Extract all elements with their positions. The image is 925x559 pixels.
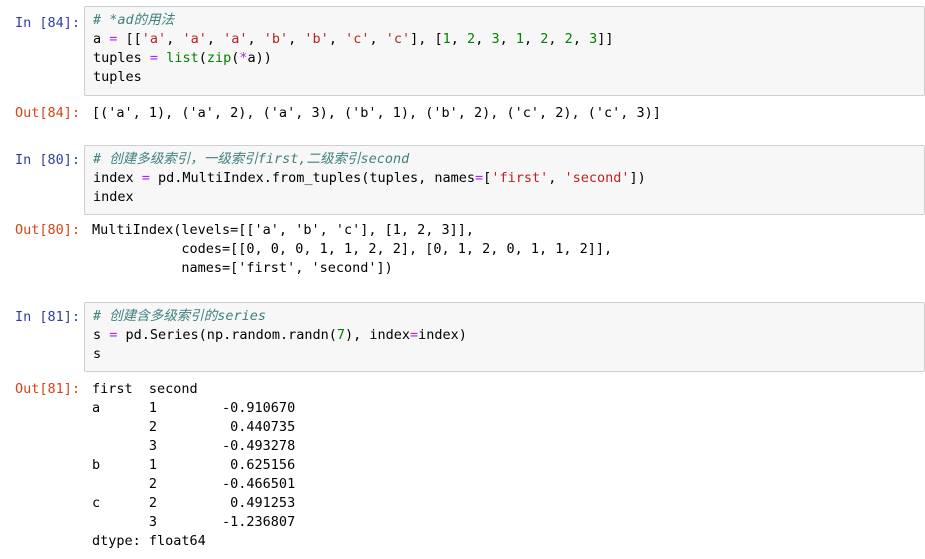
code-comment: # *ad的用法: [93, 12, 175, 28]
output-line: c 2 0.491253: [92, 495, 296, 511]
output-line: 2 -0.466501: [92, 476, 296, 492]
output-line: 2 0.440735: [92, 419, 296, 435]
code-editor[interactable]: # *ad的用法 a = [['a', 'a', 'a', 'b', 'b', …: [84, 6, 925, 96]
input-prompt: In [80]:: [14, 152, 80, 168]
code-comment: # 创建含多级索引的series: [93, 308, 267, 324]
output-line: codes=[[0, 0, 0, 1, 1, 2, 2], [0, 1, 2, …: [92, 241, 613, 257]
output-line: 3 -0.493278: [92, 438, 296, 454]
input-prompt: In [84]:: [14, 15, 80, 31]
output-line: MultiIndex(levels=[['a', 'b', 'c'], [1, …: [92, 222, 475, 238]
code-line: index = pd.MultiIndex.from_tuples(tuples…: [93, 170, 646, 186]
output-line: first second: [92, 381, 198, 397]
output-prompt: Out[80]:: [14, 222, 80, 238]
output-line: names=['first', 'second']): [92, 260, 393, 276]
output-line: a 1 -0.910670: [92, 400, 296, 416]
cell-output: [('a', 1), ('a', 2), ('a', 3), ('b', 1),…: [92, 104, 925, 123]
code-line: s: [93, 346, 102, 362]
output-prompt: Out[81]:: [14, 381, 80, 397]
code-editor[interactable]: # 创建含多级索引的series s = pd.Series(np.random…: [84, 302, 925, 372]
output-line: 3 -1.236807: [92, 514, 296, 530]
code-line: index: [93, 189, 134, 205]
output-line: [('a', 1), ('a', 2), ('a', 3), ('b', 1),…: [92, 105, 661, 121]
code-line: s = pd.Series(np.random.randn(7), index=…: [93, 327, 467, 343]
input-prompt: In [81]:: [14, 309, 80, 325]
output-prompt: Out[84]:: [14, 105, 80, 121]
cell-output: MultiIndex(levels=[['a', 'b', 'c'], [1, …: [92, 221, 925, 278]
cell-output: first second a 1 -0.910670 2 0.440735 3 …: [92, 380, 925, 551]
output-line: b 1 0.625156: [92, 457, 296, 473]
code-line: tuples: [93, 69, 142, 85]
code-line: a = [['a', 'a', 'a', 'b', 'b', 'c', 'c']…: [93, 31, 614, 47]
code-editor[interactable]: # 创建多级索引，一级索引first,二级索引second index = pd…: [84, 145, 925, 215]
code-comment: # 创建多级索引，一级索引first,二级索引second: [93, 151, 410, 167]
output-line: dtype: float64: [92, 533, 206, 549]
code-line: tuples = list(zip(*a)): [93, 50, 272, 66]
